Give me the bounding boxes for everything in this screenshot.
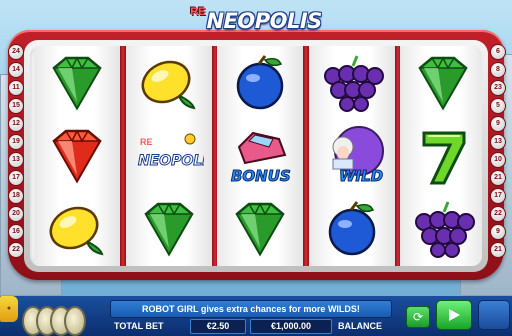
payline-number: 21 — [490, 242, 506, 258]
payline-number: 14 — [8, 62, 24, 78]
payline-number: 18 — [8, 188, 24, 204]
diamond-green-icon — [217, 192, 303, 265]
coin-icon[interactable] — [64, 306, 86, 336]
svg-text:BONUS: BONUS — [231, 167, 291, 185]
svg-text:WILD: WILD — [339, 167, 383, 185]
neopolis-logo-icon: RE NEOPOLIS — [126, 119, 212, 192]
reel-1 — [34, 46, 120, 266]
payline-number: 12 — [8, 116, 24, 132]
payline-number: 17 — [8, 170, 24, 186]
payline-number: 9 — [490, 224, 506, 240]
svg-text:RE: RE — [140, 137, 153, 147]
payline-number: 16 — [8, 224, 24, 240]
autoplay-button[interactable]: ⟳ — [406, 306, 430, 328]
payline-number: 11 — [8, 80, 24, 96]
lemon-icon — [34, 192, 120, 265]
payline-number: 22 — [490, 206, 506, 222]
grapes-icon — [400, 192, 482, 265]
bonus-car-icon: BONUS — [217, 119, 303, 192]
payline-number: 8 — [490, 62, 506, 78]
payline-number: 5 — [490, 98, 506, 114]
game-logo: RE NEOPOLIS — [190, 2, 322, 40]
reel-4: WILD — [308, 46, 395, 266]
plum-icon — [217, 46, 303, 119]
payline-number: 13 — [490, 134, 506, 150]
play-icon — [449, 309, 460, 321]
coin-selector[interactable] — [4, 300, 104, 336]
total-bet-label: TOTAL BET — [114, 321, 164, 331]
payline-number: 21 — [490, 170, 506, 186]
balance-label: BALANCE — [338, 321, 382, 331]
reel-5 — [400, 46, 482, 266]
svg-text:NEOPOLIS: NEOPOLIS — [138, 153, 204, 169]
lemon-icon — [126, 46, 212, 119]
diamond-green-icon — [126, 192, 212, 265]
payline-number: 13 — [8, 152, 24, 168]
reel-window: RE NEOPOLIS BONUS WILD — [30, 46, 482, 266]
robot-girl-wild-icon: WILD — [309, 119, 395, 192]
payline-number: 23 — [490, 80, 506, 96]
reel-2: RE NEOPOLIS — [125, 46, 212, 266]
payline-number: 10 — [490, 152, 506, 168]
refresh-icon: ⟳ — [412, 310, 424, 324]
payline-number: 22 — [8, 242, 24, 258]
seven-icon — [400, 119, 482, 192]
total-bet-value: €2.50 — [190, 319, 246, 334]
payline-indicators-left: 24 14 11 15 12 19 13 17 18 20 16 22 — [8, 44, 24, 274]
payline-number: 20 — [8, 206, 24, 222]
message-bar: ROBOT GIRL gives extra chances for more … — [110, 300, 392, 318]
logo-title: NEOPOLIS — [206, 9, 322, 33]
payline-number: 6 — [490, 44, 506, 60]
payline-indicators-right: 6 8 23 5 9 13 10 21 17 22 9 21 — [490, 44, 506, 274]
grapes-icon — [309, 46, 395, 119]
payline-number: 15 — [8, 98, 24, 114]
reel-3: BONUS — [217, 46, 303, 266]
payline-number: 24 — [8, 44, 24, 60]
diamond-green-icon — [34, 46, 120, 119]
logo-prefix: RE — [190, 6, 206, 18]
payline-number: 9 — [490, 116, 506, 132]
payline-number: 17 — [490, 188, 506, 204]
plum-icon — [309, 192, 395, 265]
diamond-red-icon — [34, 119, 120, 192]
spin-button[interactable] — [436, 300, 472, 330]
payline-number: 19 — [8, 134, 24, 150]
balance-value: €1,000.00 — [250, 319, 332, 334]
diamond-green-icon — [400, 46, 482, 119]
menu-button[interactable] — [478, 300, 510, 330]
